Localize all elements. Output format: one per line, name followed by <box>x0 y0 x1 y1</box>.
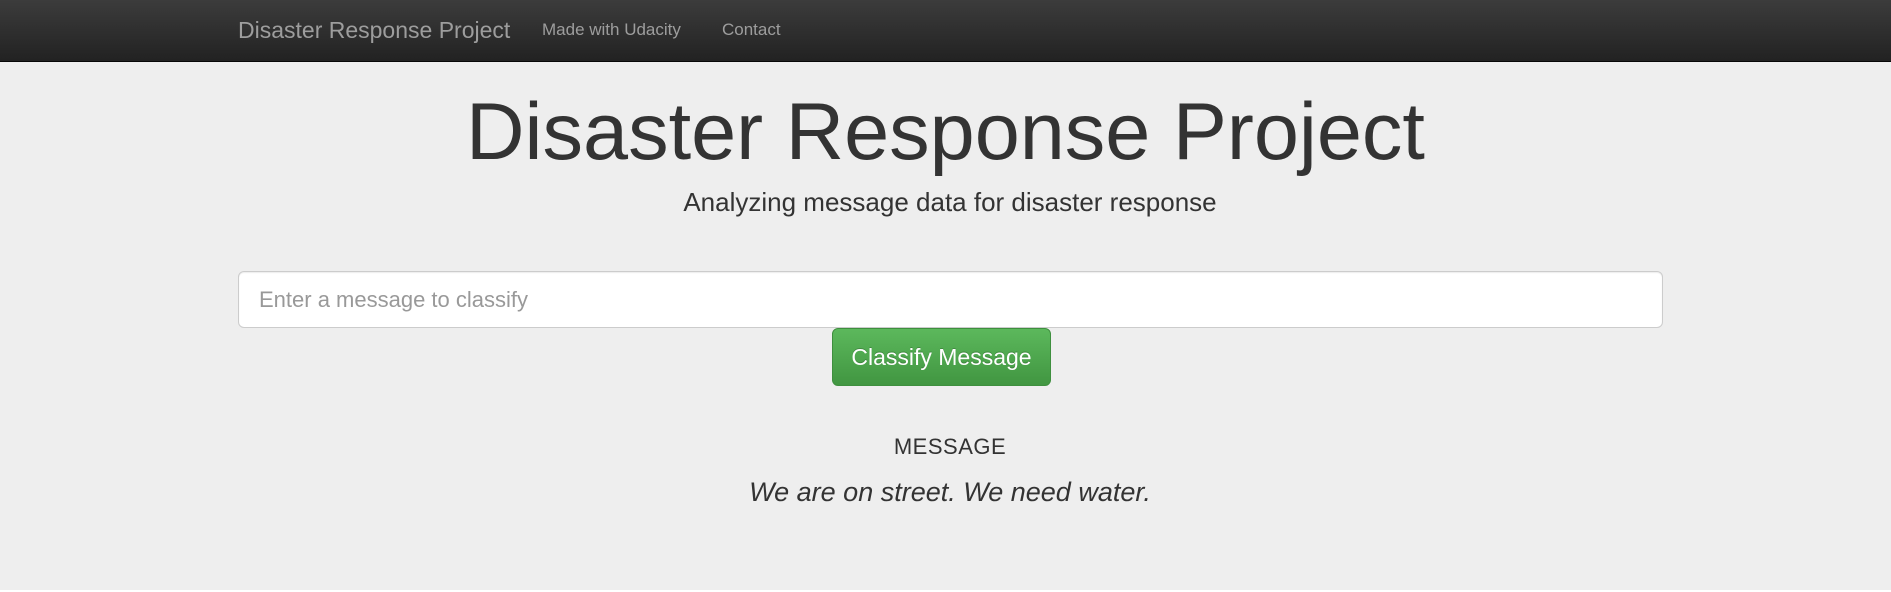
navbar: Disaster Response Project Made with Udac… <box>0 0 1891 62</box>
nav-link-contact[interactable]: Contact <box>722 0 781 60</box>
navbar-brand[interactable]: Disaster Response Project <box>238 0 510 60</box>
page-title: Disaster Response Project <box>466 87 1425 177</box>
message-input[interactable] <box>238 271 1663 328</box>
message-heading: MESSAGE <box>893 434 1007 459</box>
classify-message-button[interactable]: Classify Message <box>832 328 1051 386</box>
nav-link-made-with-udacity[interactable]: Made with Udacity <box>542 0 681 60</box>
jumbotron: Disaster Response Project Analyzing mess… <box>0 62 1891 590</box>
classified-message-text: We are on street. We need water. <box>749 477 1151 507</box>
page-subtitle: Analyzing message data for disaster resp… <box>683 187 1217 217</box>
